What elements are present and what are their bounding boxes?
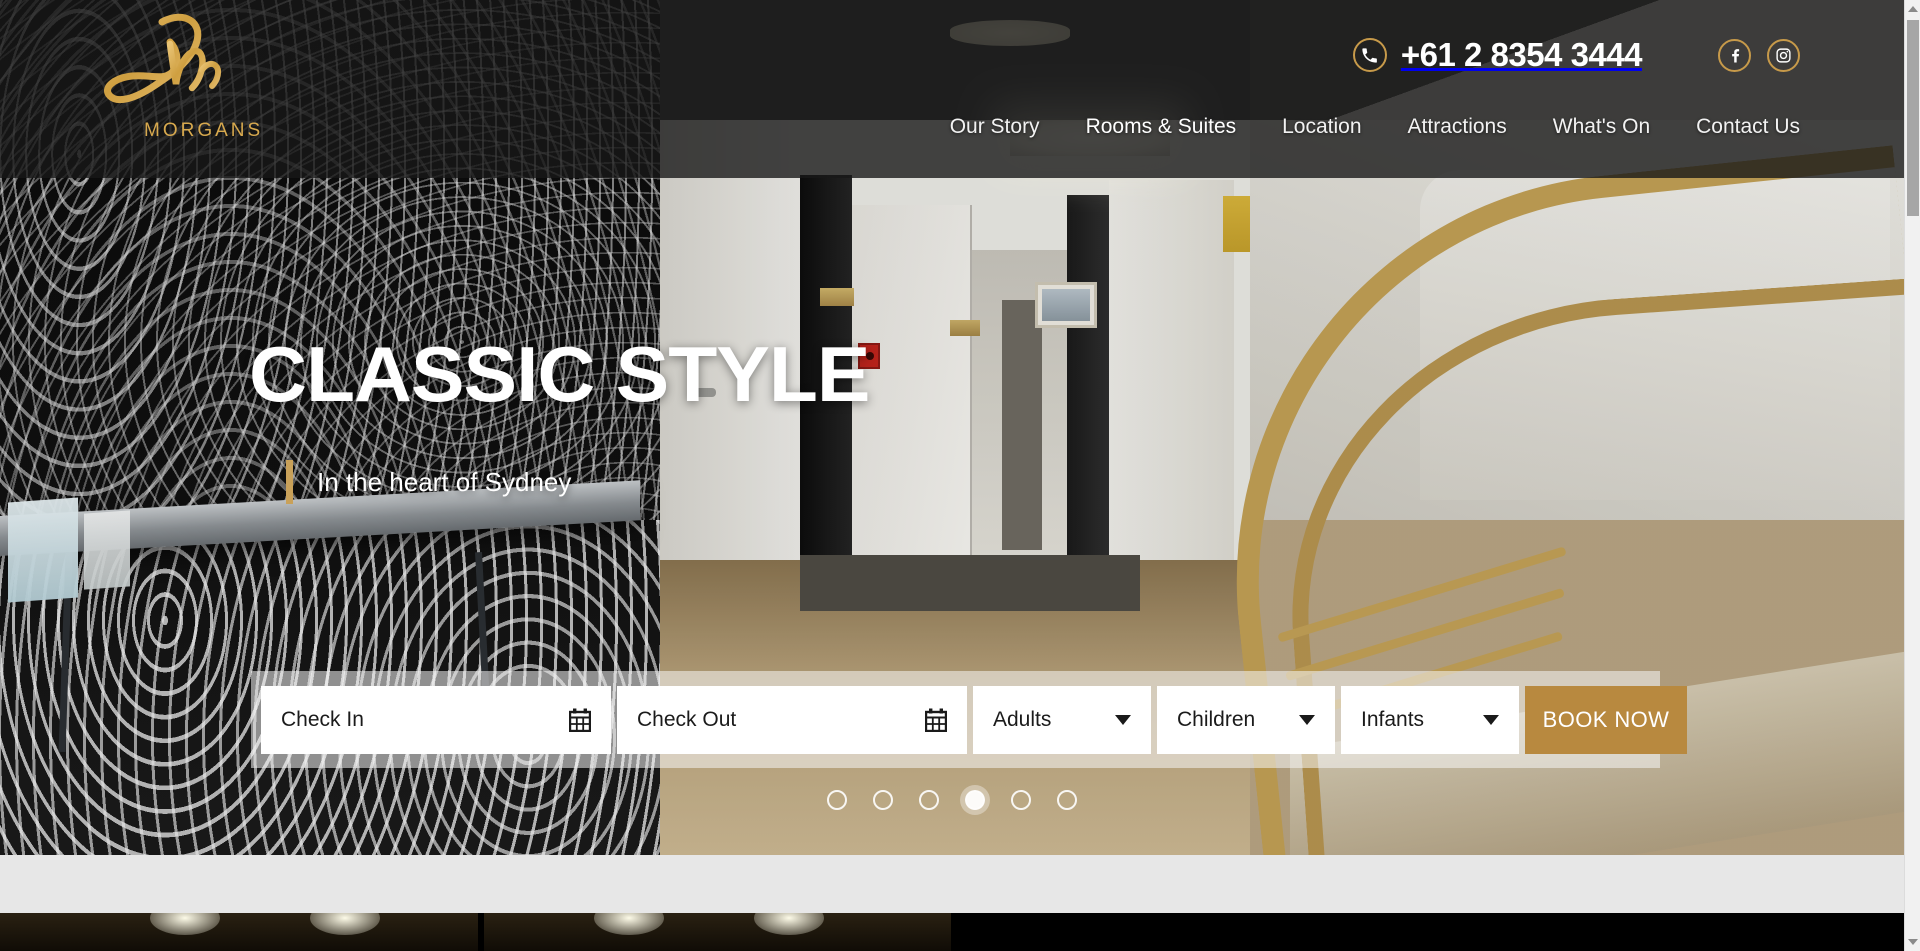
phone-icon xyxy=(1352,38,1387,72)
scrollbar-thumb[interactable] xyxy=(1907,20,1919,216)
instagram-link[interactable] xyxy=(1767,38,1800,72)
chevron-down-icon xyxy=(1483,715,1499,725)
tile-light-glow xyxy=(150,913,220,935)
slider-dot-4[interactable] xyxy=(965,790,985,810)
gallery-tile[interactable] xyxy=(951,913,1898,951)
infants-label: Infants xyxy=(1361,708,1425,731)
browser-scrollbar[interactable] xyxy=(1904,0,1920,951)
header-contact-row: +61 2 8354 3444 xyxy=(1352,36,1800,74)
adults-select[interactable]: Adults xyxy=(973,686,1151,754)
logo-link[interactable]: MORGANS xyxy=(92,4,262,164)
infants-select[interactable]: Infants xyxy=(1341,686,1519,754)
site-header: MORGANS +61 2 8354 3444 Our Story Rooms … xyxy=(0,0,1904,178)
slider-dot-3[interactable] xyxy=(919,790,939,810)
tile-light-glow xyxy=(594,913,664,935)
slider-dot-6[interactable] xyxy=(1057,790,1077,810)
nav-item-rooms-suites[interactable]: Rooms & Suites xyxy=(1086,115,1237,139)
book-now-button[interactable]: BOOK NOW xyxy=(1525,686,1687,754)
booking-bar: Check In Check Out Adults Children Infan… xyxy=(251,671,1687,768)
children-select[interactable]: Children xyxy=(1157,686,1335,754)
adults-label: Adults xyxy=(993,708,1052,731)
check-in-field[interactable]: Check In xyxy=(261,686,611,754)
logo-wordmark: MORGANS xyxy=(144,120,264,141)
facebook-link[interactable] xyxy=(1718,38,1751,72)
scroll-up-arrow-icon[interactable] xyxy=(1908,6,1918,12)
slider-dot-2[interactable] xyxy=(873,790,893,810)
social-links xyxy=(1718,38,1800,72)
check-in-label: Check In xyxy=(281,708,364,731)
tile-light-glow xyxy=(754,913,824,935)
instagram-icon xyxy=(1776,47,1791,63)
slider-dot-1[interactable] xyxy=(827,790,847,810)
nav-item-contact-us[interactable]: Contact Us xyxy=(1696,115,1800,139)
nav-item-whats-on[interactable]: What's On xyxy=(1553,115,1650,139)
page-root: CLASSIC STYLE In the heart of Sydney Che… xyxy=(0,0,1920,951)
chevron-down-icon xyxy=(1299,715,1315,725)
facebook-icon xyxy=(1732,49,1740,63)
slider-dot-5[interactable] xyxy=(1011,790,1031,810)
nav-item-attractions[interactable]: Attractions xyxy=(1408,115,1507,139)
calendar-icon xyxy=(568,708,592,733)
main-navigation: Our Story Rooms & Suites Location Attrac… xyxy=(950,115,1800,139)
phone-link[interactable]: +61 2 8354 3444 xyxy=(1352,36,1643,74)
gallery-tile[interactable] xyxy=(0,913,478,951)
morgans-logo-icon xyxy=(104,13,222,104)
hero-title: CLASSIC STYLE xyxy=(248,330,871,418)
scroll-down-arrow-icon[interactable] xyxy=(1908,939,1918,945)
calendar-icon xyxy=(924,708,948,733)
gallery-tile[interactable] xyxy=(478,913,951,951)
nav-item-our-story[interactable]: Our Story xyxy=(950,115,1040,139)
hero-subtitle-group: In the heart of Sydney xyxy=(286,460,571,504)
children-label: Children xyxy=(1177,708,1256,731)
phone-number: +61 2 8354 3444 xyxy=(1400,36,1643,73)
tile-light-glow xyxy=(310,913,380,935)
slider-dots xyxy=(0,790,1904,810)
check-out-field[interactable]: Check Out xyxy=(617,686,967,754)
check-out-label: Check Out xyxy=(637,708,737,731)
gallery-tiles xyxy=(0,913,1904,951)
hero-accent-bar xyxy=(286,460,293,504)
booking-fields: Check In Check Out Adults Children Infan… xyxy=(261,686,1687,754)
section-spacer xyxy=(0,855,1904,913)
hero-subtitle: In the heart of Sydney xyxy=(317,466,572,497)
chevron-down-icon xyxy=(1115,715,1131,725)
nav-item-location[interactable]: Location xyxy=(1282,115,1361,139)
